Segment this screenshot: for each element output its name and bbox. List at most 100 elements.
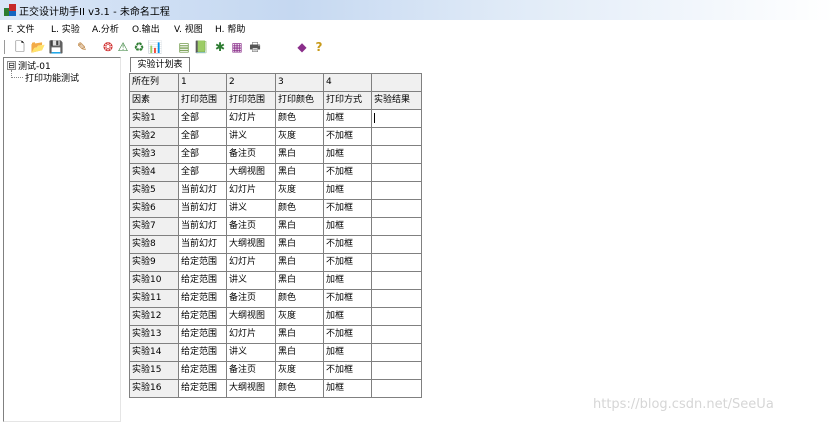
book-icon[interactable]: 📗	[193, 39, 209, 55]
title-bar[interactable]: 正交设计助手II v3.1 - 未命名工程	[0, 0, 834, 20]
result-cell[interactable]	[371, 379, 422, 398]
table-cell[interactable]: 讲义	[226, 127, 276, 146]
result-cell[interactable]	[371, 235, 422, 254]
result-cell[interactable]	[371, 253, 422, 272]
table-cell[interactable]: 讲义	[226, 271, 276, 290]
factor-header-cell[interactable]: 实验结果	[371, 91, 422, 110]
table-cell[interactable]: 不加框	[323, 127, 372, 146]
result-cell[interactable]	[371, 145, 422, 164]
table-cell[interactable]: 给定范围	[178, 361, 227, 380]
table-cell[interactable]: 给定范围	[178, 307, 227, 326]
table-cell[interactable]: 给定范围	[178, 343, 227, 362]
table-cell[interactable]: 备注页	[226, 361, 276, 380]
result-cell[interactable]	[371, 307, 422, 326]
table-cell[interactable]: 加框	[323, 181, 372, 200]
save-disk-icon[interactable]: 💾	[48, 39, 64, 55]
table-cell[interactable]: 大纲视图	[226, 163, 276, 182]
result-cell[interactable]	[371, 163, 422, 182]
row-header-cell[interactable]: 实验14	[129, 343, 179, 362]
row-header-cell[interactable]: 实验6	[129, 199, 179, 218]
row-header-cell[interactable]: 实验13	[129, 325, 179, 344]
column-header-cell[interactable]: 1	[178, 73, 227, 92]
table-cell[interactable]: 灰度	[275, 181, 324, 200]
table-cell[interactable]: 灰度	[275, 361, 324, 380]
table-icon[interactable]: ▤	[176, 39, 192, 55]
tree-child-item[interactable]: 打印功能测试	[25, 71, 79, 84]
toolbar-grip[interactable]	[4, 40, 8, 54]
table-cell[interactable]: 黑白	[275, 253, 324, 272]
factor-header-cell[interactable]: 打印范围	[178, 91, 227, 110]
menu-experiment[interactable]: L. 实验	[51, 22, 80, 35]
factor-header-cell[interactable]: 打印方式	[323, 91, 372, 110]
table-cell[interactable]: 给定范围	[178, 289, 227, 308]
table-cell[interactable]: 不加框	[323, 361, 372, 380]
menu-output[interactable]: O.输出	[132, 22, 160, 35]
collapse-toggle-icon[interactable]: ⊟	[7, 61, 16, 70]
open-folder-icon[interactable]: 📂	[30, 39, 46, 55]
result-cell[interactable]	[371, 343, 422, 362]
table-cell[interactable]: 加框	[323, 379, 372, 398]
factor-header-cell[interactable]: 打印范围	[226, 91, 276, 110]
table-cell[interactable]: 全部	[178, 145, 227, 164]
table-cell[interactable]: 当前幻灯	[178, 181, 227, 200]
table-cell[interactable]: 黑白	[275, 343, 324, 362]
row-header-cell[interactable]: 实验2	[129, 127, 179, 146]
table-cell[interactable]: 大纲视图	[226, 379, 276, 398]
row-header-cell[interactable]: 实验12	[129, 307, 179, 326]
table-cell[interactable]: 加框	[323, 217, 372, 236]
menu-view[interactable]: V. 视图	[174, 22, 203, 35]
row-header-cell[interactable]: 实验1	[129, 109, 179, 128]
result-cell[interactable]	[371, 325, 422, 344]
table-cell[interactable]: 颜色	[275, 109, 324, 128]
result-cell[interactable]	[371, 127, 422, 146]
table-cell[interactable]: 不加框	[323, 325, 372, 344]
menu-file[interactable]: F. 文件	[7, 22, 34, 35]
result-cell[interactable]	[371, 109, 422, 128]
table-cell[interactable]: 幻灯片	[226, 253, 276, 272]
warning-triangle-icon[interactable]: ⚠	[115, 39, 131, 55]
table-cell[interactable]: 给定范围	[178, 253, 227, 272]
table-cell[interactable]: 黑白	[275, 145, 324, 164]
table-cell[interactable]: 讲义	[226, 199, 276, 218]
table-cell[interactable]: 加框	[323, 109, 372, 128]
table-cell[interactable]: 加框	[323, 145, 372, 164]
table-cell[interactable]: 给定范围	[178, 325, 227, 344]
table-cell[interactable]: 幻灯片	[226, 181, 276, 200]
table-cell[interactable]: 当前幻灯	[178, 235, 227, 254]
table-cell[interactable]: 备注页	[226, 217, 276, 236]
factor-header-cell[interactable]: 因素	[129, 91, 179, 110]
row-header-cell[interactable]: 实验8	[129, 235, 179, 254]
table-cell[interactable]: 给定范围	[178, 379, 227, 398]
table-cell[interactable]: 幻灯片	[226, 325, 276, 344]
table-cell[interactable]: 全部	[178, 163, 227, 182]
table-cell[interactable]: 大纲视图	[226, 307, 276, 326]
grid-icon[interactable]: ▦	[229, 39, 245, 55]
column-header-cell[interactable]: 4	[323, 73, 372, 92]
table-cell[interactable]: 黑白	[275, 325, 324, 344]
wand-icon[interactable]: ✎	[74, 39, 90, 55]
table-cell[interactable]: 不加框	[323, 163, 372, 182]
factor-header-cell[interactable]: 打印颜色	[275, 91, 324, 110]
print-icon[interactable]: 🖶	[247, 39, 263, 55]
table-cell[interactable]: 不加框	[323, 289, 372, 308]
table-cell[interactable]: 黑白	[275, 271, 324, 290]
row-header-cell[interactable]: 实验7	[129, 217, 179, 236]
table-cell[interactable]: 加框	[323, 271, 372, 290]
table-cell[interactable]: 黑白	[275, 217, 324, 236]
table-cell[interactable]: 全部	[178, 109, 227, 128]
result-cell[interactable]	[371, 271, 422, 290]
table-cell[interactable]: 全部	[178, 127, 227, 146]
table-cell[interactable]: 备注页	[226, 145, 276, 164]
row-header-cell[interactable]: 实验15	[129, 361, 179, 380]
result-cell[interactable]	[371, 217, 422, 236]
column-header-cell[interactable]: 2	[226, 73, 276, 92]
result-cell[interactable]	[371, 361, 422, 380]
table-cell[interactable]: 颜色	[275, 289, 324, 308]
table-cell[interactable]: 不加框	[323, 199, 372, 218]
result-cell[interactable]	[371, 181, 422, 200]
menu-analysis[interactable]: A.分析	[92, 22, 119, 35]
table-cell[interactable]: 灰度	[275, 127, 324, 146]
table-cell[interactable]: 不加框	[323, 253, 372, 272]
result-cell[interactable]	[371, 289, 422, 308]
table-cell[interactable]: 讲义	[226, 343, 276, 362]
